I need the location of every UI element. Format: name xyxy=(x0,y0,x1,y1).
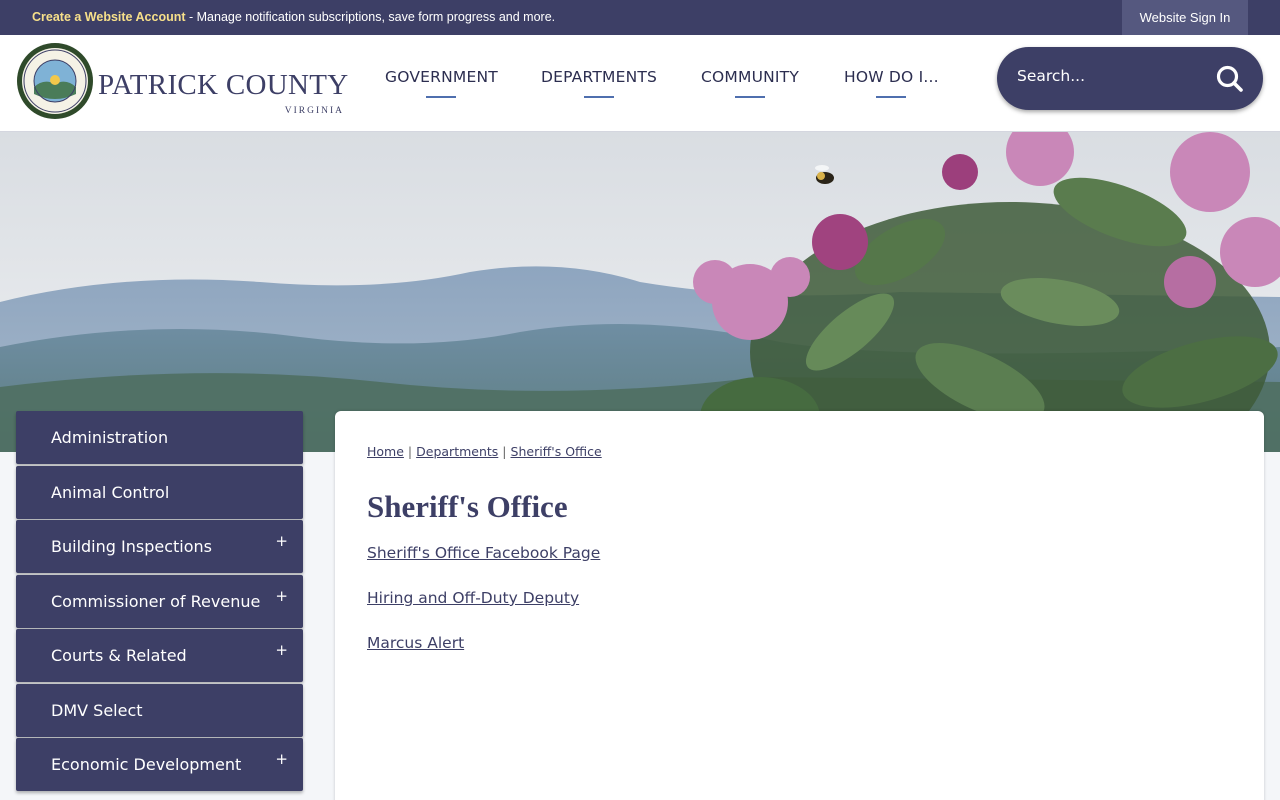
sidebar-item-dmv-select[interactable]: DMV Select xyxy=(16,683,303,737)
sidebar-item-label: Courts & Related xyxy=(51,646,187,665)
breadcrumb-current[interactable]: Sheriff's Office xyxy=(511,444,602,459)
sidebar-item-label: Animal Control xyxy=(51,482,170,502)
marcus-alert-link[interactable]: Marcus Alert xyxy=(367,634,600,679)
sidebar-item-label: Building Inspections xyxy=(51,537,212,556)
page-links: Sheriff's Office Facebook Page Hiring an… xyxy=(367,544,600,679)
nav-departments[interactable]: DEPARTMENTS xyxy=(541,68,658,98)
nav-community[interactable]: COMMUNITY xyxy=(701,68,800,98)
nav-underline xyxy=(426,96,457,98)
search-icon[interactable] xyxy=(1215,64,1245,94)
facebook-page-link[interactable]: Sheriff's Office Facebook Page xyxy=(367,544,600,589)
expand-plus-icon[interactable]: + xyxy=(275,587,288,605)
top-bar: Create a Website Account - Manage notifi… xyxy=(0,0,1280,35)
county-seal-icon xyxy=(17,43,93,119)
search-box xyxy=(997,47,1263,110)
website-sign-in-button[interactable]: Website Sign In xyxy=(1122,0,1248,35)
breadcrumb-departments[interactable]: Departments xyxy=(416,444,498,459)
account-notice-text: - Manage notification subscriptions, sav… xyxy=(185,10,556,24)
page-title: Sheriff's Office xyxy=(367,489,568,524)
sidebar-item-administration[interactable]: Administration xyxy=(16,411,303,464)
nav-underline xyxy=(735,96,766,98)
breadcrumb-home[interactable]: Home xyxy=(367,444,404,459)
sidebar-item-courts-related[interactable]: Courts & Related + xyxy=(16,629,303,682)
site-header: PATRICK COUNTY VIRGINIA GOVERNMENT DEPAR… xyxy=(0,35,1280,132)
logo-state-name: VIRGINIA xyxy=(284,106,344,116)
sidebar-item-building-inspections[interactable]: Building Inspections + xyxy=(16,520,303,573)
county-logo[interactable]: PATRICK COUNTY VIRGINIA xyxy=(16,42,349,122)
nav-government-label: GOVERNMENT xyxy=(385,68,498,86)
nav-how-do-i[interactable]: HOW DO I... xyxy=(844,68,939,98)
content-card: Home | Departments | Sheriff's Office Sherif… xyxy=(335,411,1264,800)
nav-underline xyxy=(584,96,615,98)
account-notice: Create a Website Account - Manage notifi… xyxy=(32,10,555,24)
sidebar-item-animal-control[interactable]: Animal Control xyxy=(16,465,303,519)
sidebar-item-label: Commissioner of Revenue xyxy=(51,591,261,611)
sidebar-item-commissioner-of-revenue[interactable]: Commissioner of Revenue + xyxy=(16,574,303,628)
breadcrumb-separator: | xyxy=(502,444,507,459)
nav-community-label: COMMUNITY xyxy=(701,68,800,86)
nav-government[interactable]: GOVERNMENT xyxy=(385,68,498,98)
sidebar-item-label: Administration xyxy=(51,428,169,447)
expand-plus-icon[interactable]: + xyxy=(275,641,288,659)
sidebar-navigation: Administration Animal Control Building I… xyxy=(16,411,303,793)
create-account-link[interactable]: Create a Website Account xyxy=(32,10,186,24)
hero-banner-image xyxy=(0,132,1280,452)
sidebar-item-label: Economic Development xyxy=(51,755,242,774)
nav-underline xyxy=(876,96,907,98)
breadcrumb-separator: | xyxy=(407,444,413,459)
search-input[interactable] xyxy=(1017,67,1197,85)
breadcrumb: Home | Departments | Sheriff's Office xyxy=(367,444,602,459)
nav-departments-label: DEPARTMENTS xyxy=(541,68,658,86)
nav-how-do-i-label: HOW DO I... xyxy=(844,68,939,86)
sidebar-item-economic-development[interactable]: Economic Development + xyxy=(16,738,303,791)
expand-plus-icon[interactable]: + xyxy=(275,532,288,550)
logo-county-name: PATRICK COUNTY xyxy=(98,69,349,101)
hiring-deputy-link[interactable]: Hiring and Off-Duty Deputy xyxy=(367,589,600,634)
expand-plus-icon[interactable]: + xyxy=(275,750,288,768)
sidebar-item-label: DMV Select xyxy=(51,700,143,720)
